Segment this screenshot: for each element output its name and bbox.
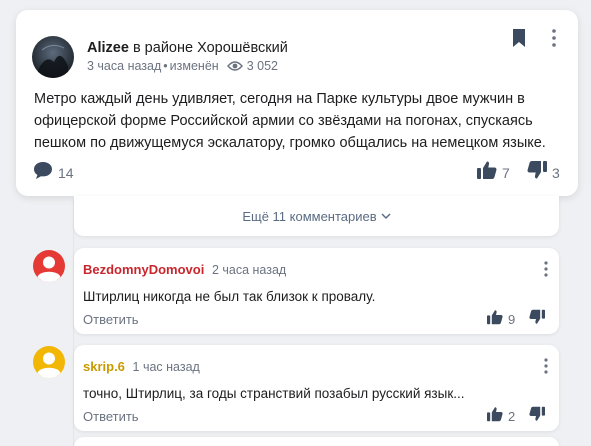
comment-card: BezdomnyDomovoi 2 часа назад Штирлиц ник… xyxy=(74,248,559,334)
eye-icon xyxy=(226,60,243,72)
comment-card: skrip.6 1 час назад точно, Штирлиц, за г… xyxy=(74,345,559,431)
comments-button[interactable]: 14 xyxy=(32,160,74,185)
post-meta: 3 часа назад • изменён 3 052 xyxy=(87,59,278,73)
feed-page: Alizee в районе Хорошёвский 3 часа назад… xyxy=(0,0,591,446)
comments-count: 14 xyxy=(58,164,74,181)
thumbs-down-icon xyxy=(528,309,546,330)
next-comment-card xyxy=(74,437,559,446)
post-actions: 14 7 3 xyxy=(32,160,562,184)
more-comments-label: Ещё 11 комментариев xyxy=(242,208,377,224)
bookmark-icon[interactable] xyxy=(510,27,528,49)
comment-dislike-button[interactable] xyxy=(528,309,546,330)
more-vertical-icon[interactable] xyxy=(547,27,561,49)
comment-time: 2 часа назад xyxy=(211,263,287,277)
comment-dislike-button[interactable] xyxy=(528,406,546,427)
comment-author[interactable]: BezdomnyDomovoi xyxy=(83,262,204,277)
speech-bubble-icon xyxy=(32,160,54,185)
dislike-button[interactable]: 3 xyxy=(526,160,560,185)
comment-header: BezdomnyDomovoi 2 часа назад xyxy=(83,262,286,277)
thumbs-down-icon xyxy=(526,160,548,185)
comment-likes-count: 2 xyxy=(508,409,516,424)
thumbs-up-icon xyxy=(476,160,498,185)
post-text: Метро каждый день удивляет, сегодня на П… xyxy=(34,91,546,151)
author-avatar[interactable] xyxy=(32,36,74,78)
more-vertical-icon[interactable] xyxy=(540,259,552,279)
commenter-avatar[interactable] xyxy=(33,250,65,282)
more-comments-button[interactable]: Ещё 11 комментариев xyxy=(74,196,559,236)
post-author-line: Alizee в районе Хорошёвский xyxy=(87,39,288,57)
dislikes-count: 3 xyxy=(552,164,560,181)
comment-like-button[interactable]: 9 xyxy=(486,309,515,330)
comment-text: Штирлиц никогда не был так близок к пров… xyxy=(83,289,376,304)
comment-time: 1 час назад xyxy=(132,360,200,374)
comment-like-button[interactable]: 2 xyxy=(486,406,515,427)
thumbs-up-icon xyxy=(486,406,504,427)
thumbs-down-icon xyxy=(528,406,546,427)
thumbs-up-icon xyxy=(486,309,504,330)
reply-button[interactable]: Ответить xyxy=(83,409,139,424)
reply-button[interactable]: Ответить xyxy=(83,312,139,327)
edited-label: изменён xyxy=(169,59,219,73)
likes-count: 7 xyxy=(502,164,510,181)
comment-author[interactable]: skrip.6 xyxy=(83,359,125,374)
like-button[interactable]: 7 xyxy=(476,160,510,185)
meta-separator: • xyxy=(163,59,168,73)
views-count: 3 052 xyxy=(246,59,278,73)
comment-likes-count: 9 xyxy=(508,312,516,327)
commenter-avatar[interactable] xyxy=(33,346,65,378)
author-name[interactable]: Alizee xyxy=(87,40,129,56)
chevron-down-icon xyxy=(381,212,391,220)
post-time: 3 часа назад xyxy=(87,59,162,73)
author-location[interactable]: в районе Хорошёвский xyxy=(133,40,288,56)
post-card: Alizee в районе Хорошёвский 3 часа назад… xyxy=(16,10,578,196)
more-comments-bar: Ещё 11 комментариев xyxy=(74,196,559,236)
comment-header: skrip.6 1 час назад xyxy=(83,359,200,374)
more-vertical-icon[interactable] xyxy=(540,356,552,376)
comment-text: точно, Штирлиц, за годы странствий позаб… xyxy=(83,386,465,401)
